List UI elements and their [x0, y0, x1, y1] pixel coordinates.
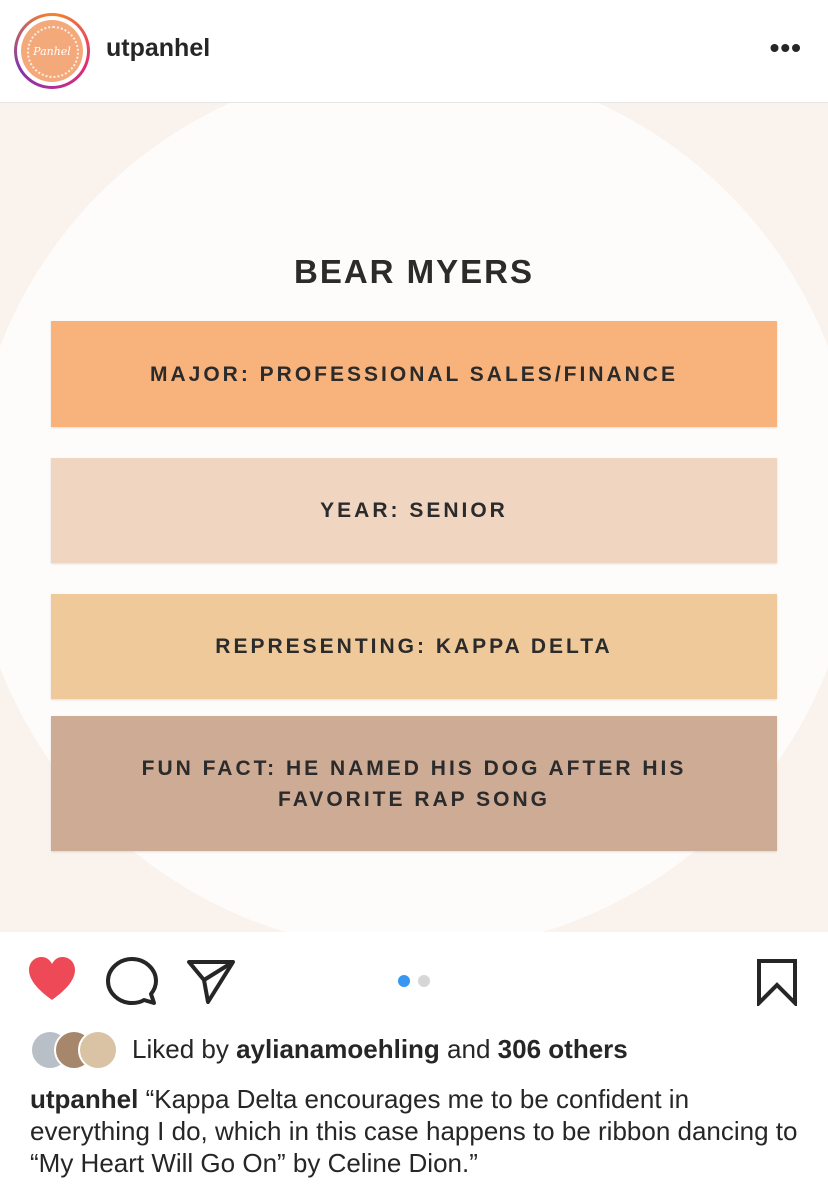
post-image[interactable]: BEAR MYERS MAJOR: PROFESSIONAL SALES/FIN…: [0, 103, 828, 932]
avatar-border: Panhel: [17, 16, 87, 86]
info-box-text: REPRESENTING: KAPPA DELTA: [215, 635, 613, 658]
heart-icon[interactable]: [27, 956, 77, 1002]
comment-icon[interactable]: [106, 956, 158, 1006]
caption: utpanhel “Kappa Delta encourages me to b…: [30, 1083, 810, 1179]
bookmark-icon[interactable]: [756, 958, 798, 1006]
post-header: Panhel utpanhel •••: [0, 0, 828, 103]
carousel-dot-active: [398, 975, 410, 987]
caption-text: “Kappa Delta encourages me to be confide…: [30, 1084, 798, 1178]
avatar-decoration: [27, 26, 79, 78]
avatar[interactable]: Panhel: [14, 13, 90, 89]
more-options-icon[interactable]: •••: [770, 34, 802, 62]
info-box-fun-fact: FUN FACT: HE NAMED HIS DOG AFTER HIS FAV…: [51, 716, 777, 851]
info-box-year: YEAR: SENIOR: [51, 458, 777, 563]
info-box-text: YEAR: SENIOR: [320, 499, 508, 522]
post-title: BEAR MYERS: [293, 253, 535, 290]
info-box-text: MAJOR: PROFESSIONAL SALES/FINANCE: [150, 362, 678, 386]
likes-summary: Liked by aylianamoehling and 306 others: [132, 1034, 628, 1065]
likes-prefix: Liked by: [132, 1034, 229, 1064]
info-box-text-line2: FAVORITE RAP SONG: [278, 787, 550, 811]
carousel-dot: [418, 975, 430, 987]
info-box-representing: REPRESENTING: KAPPA DELTA: [51, 594, 777, 699]
info-box-major: MAJOR: PROFESSIONAL SALES/FINANCE: [51, 321, 777, 427]
liker-username[interactable]: aylianamoehling: [236, 1034, 440, 1064]
username-link[interactable]: utpanhel: [106, 34, 210, 63]
action-bar: [0, 932, 828, 1032]
likes-conjunction: and: [447, 1034, 491, 1064]
likes-others-link[interactable]: 306 others: [498, 1034, 628, 1064]
share-icon[interactable]: [186, 958, 236, 1004]
info-box-text-line1: FUN FACT: HE NAMED HIS DOG AFTER HIS: [141, 756, 687, 780]
avatar-image: Panhel: [21, 20, 83, 82]
liker-avatar: [78, 1030, 118, 1070]
caption-username[interactable]: utpanhel: [30, 1084, 138, 1114]
